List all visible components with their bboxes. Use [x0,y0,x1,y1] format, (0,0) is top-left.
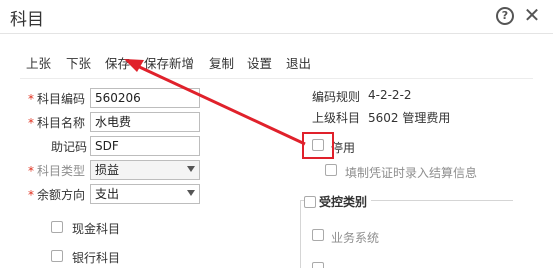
annotation-arrow [124,59,306,146]
arrow-head [124,59,144,72]
arrow-line [132,62,306,146]
